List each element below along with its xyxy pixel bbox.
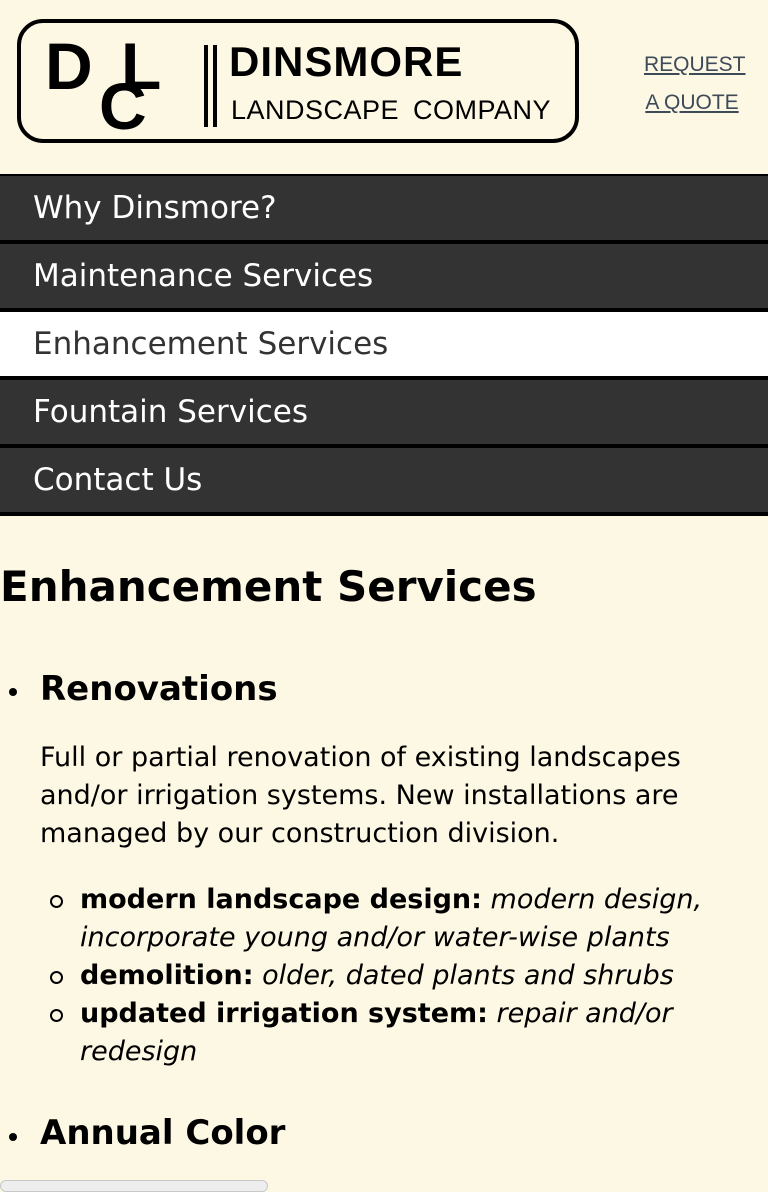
renovation-items-list: modern landscape design: modern design, … — [40, 881, 768, 1071]
item-term: demolition: — [80, 960, 254, 991]
logo-divider-bars — [204, 45, 218, 127]
item-term: updated irrigation system: — [80, 998, 488, 1029]
service-section-renovations: Renovations Full or partial renovation o… — [0, 667, 768, 1071]
request-quote-line2: A QUOTE — [645, 91, 739, 114]
request-quote-line1: REQUEST — [644, 53, 746, 76]
company-logo[interactable]: D L C DINSMORE LANDSCAPE COMPANY — [17, 19, 579, 143]
section-heading: Annual Color — [40, 1113, 286, 1153]
monogram-letter-d: D — [45, 29, 93, 103]
nav-item-why-dinsmore[interactable]: Why Dinsmore? — [0, 176, 768, 244]
main-content: Enhancement Services Renovations Full or… — [0, 516, 768, 1155]
logo-tagline: LANDSCAPE COMPANY — [231, 95, 552, 125]
list-item: modern landscape design: modern design, … — [40, 881, 740, 957]
section-description: Full or partial renovation of existing l… — [40, 742, 681, 849]
logo-brand-name: DINSMORE — [229, 38, 464, 85]
request-quote-link[interactable]: REQUEST A QUOTE — [644, 46, 746, 122]
main-nav: Why Dinsmore? Maintenance Services Enhan… — [0, 174, 768, 516]
monogram-letter-c: C — [99, 69, 147, 143]
services-list: Renovations Full or partial renovation o… — [0, 667, 768, 1155]
site-header: D L C DINSMORE LANDSCAPE COMPANY REQUEST… — [0, 0, 768, 174]
item-term: modern landscape design: — [80, 884, 482, 915]
horizontal-scrollbar[interactable] — [0, 1180, 268, 1192]
nav-item-maintenance-services[interactable]: Maintenance Services — [0, 244, 768, 312]
logo-monogram: D L C — [45, 33, 195, 139]
list-item: updated irrigation system: repair and/or… — [40, 995, 740, 1071]
section-heading: Renovations — [40, 669, 278, 709]
nav-item-contact-us[interactable]: Contact Us — [0, 448, 768, 516]
service-section-annual-color: Annual Color — [0, 1111, 768, 1155]
item-detail: older, dated plants and shrubs — [262, 960, 674, 991]
nav-item-enhancement-services[interactable]: Enhancement Services — [0, 312, 768, 380]
nav-item-fountain-services[interactable]: Fountain Services — [0, 380, 768, 448]
page-title: Enhancement Services — [0, 562, 537, 611]
list-item: demolition: older, dated plants and shru… — [40, 957, 740, 995]
